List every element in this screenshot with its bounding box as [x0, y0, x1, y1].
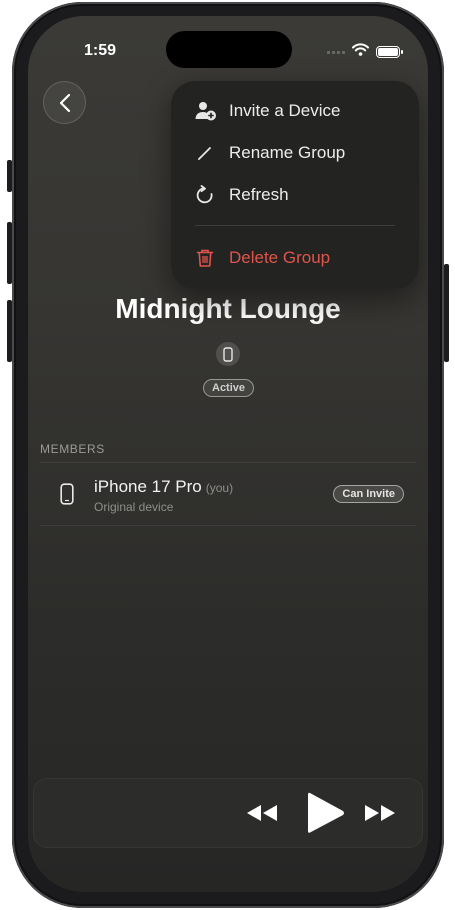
menu-divider — [195, 225, 395, 226]
member-name: iPhone 17 Pro (you) — [94, 477, 233, 497]
can-invite-badge: Can Invite — [333, 485, 404, 503]
power-button — [444, 264, 449, 362]
member-subtitle: Original device — [94, 500, 174, 514]
play-button[interactable] — [305, 790, 347, 836]
menu-item-refresh[interactable]: Refresh — [171, 177, 419, 213]
status-icons — [327, 43, 403, 61]
group-title: Midnight Lounge — [115, 293, 341, 324]
fast-forward-button[interactable] — [363, 800, 397, 826]
menu-item-delete-group[interactable]: Delete Group — [171, 240, 419, 276]
playback-bar — [33, 778, 423, 848]
volume-up-button — [7, 222, 12, 284]
menu-item-rename-group[interactable]: Rename Group — [171, 135, 419, 171]
menu-item-label: Delete Group — [229, 248, 331, 267]
menu-item-label: Refresh — [229, 185, 289, 204]
fast-forward-icon — [365, 805, 395, 821]
wifi-icon — [352, 43, 369, 61]
screen: 1:59 Midnight Lounge Active MEMBERS iPho… — [28, 16, 428, 892]
member-row[interactable]: iPhone 17 Pro (you) Original device Can I… — [40, 463, 416, 525]
rewind-button[interactable] — [245, 800, 279, 826]
signal-icon — [327, 50, 345, 54]
context-menu: Invite a Device Rename Group Refresh Del… — [171, 81, 419, 289]
members-header: MEMBERS — [40, 442, 105, 456]
play-icon — [308, 792, 344, 833]
menu-item-label: Rename Group — [229, 143, 346, 162]
person-add-icon — [195, 101, 216, 121]
volume-down-button — [7, 300, 12, 362]
trash-icon — [195, 248, 215, 268]
rewind-icon — [247, 805, 277, 821]
pencil-icon — [195, 143, 215, 163]
status-badge: Active — [203, 379, 255, 397]
menu-item-label: Invite a Device — [229, 101, 341, 120]
battery-icon — [376, 46, 403, 58]
member-name-text: iPhone 17 Pro — [94, 477, 202, 496]
phone-icon — [216, 342, 240, 366]
menu-item-invite-device[interactable]: Invite a Device — [171, 93, 419, 129]
back-button[interactable] — [43, 81, 86, 124]
action-button — [7, 160, 12, 192]
phone-icon — [60, 483, 74, 510]
dynamic-island — [166, 31, 292, 68]
status-time: 1:59 — [84, 42, 117, 59]
refresh-icon — [195, 185, 215, 205]
chevron-left-icon — [59, 93, 70, 112]
divider — [40, 525, 416, 526]
member-you-tag: (you) — [205, 481, 234, 495]
